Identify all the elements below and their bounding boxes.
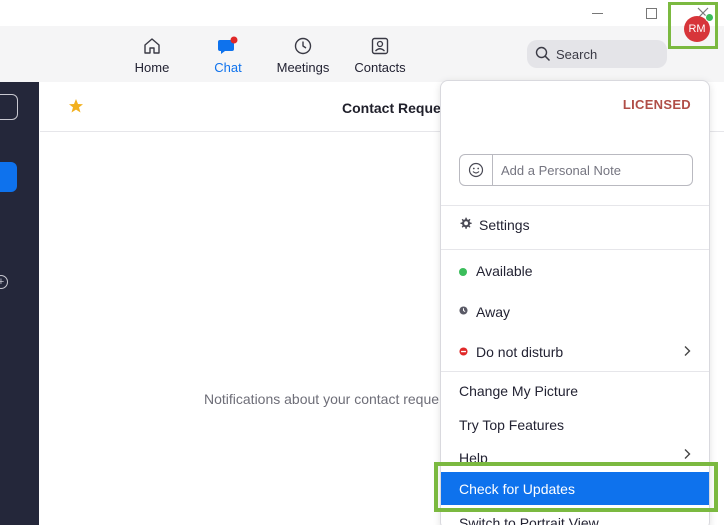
gear-icon <box>460 217 472 229</box>
away-clock-icon <box>459 306 468 315</box>
empty-state-message: Notifications about your contact reque <box>204 391 440 407</box>
menu-item-available[interactable]: Available <box>441 255 709 287</box>
chevron-right-icon <box>684 346 691 356</box>
search-label: Search <box>556 47 598 62</box>
avatar-highlight-frame: RM <box>668 2 718 49</box>
nav-chat[interactable]: Chat <box>193 36 263 75</box>
menu-item-change-picture-label: Change My Picture <box>459 383 579 399</box>
menu-item-do-not-disturb-label: Do not disturb <box>476 344 564 360</box>
nav-contacts-label: Contacts <box>354 60 406 75</box>
sidebar-button[interactable] <box>0 94 18 120</box>
menu-item-away[interactable]: Away <box>441 296 709 328</box>
star-icon[interactable] <box>68 98 84 114</box>
sidebar-active-button[interactable] <box>0 162 17 192</box>
search-box[interactable]: Search <box>527 40 667 68</box>
menu-item-do-not-disturb[interactable]: Do not disturb <box>441 336 709 368</box>
menu-item-away-label: Away <box>476 304 510 320</box>
menu-item-top-features[interactable]: Try Top Features <box>441 409 709 441</box>
maximize-icon <box>645 7 657 19</box>
emoji-button[interactable] <box>460 155 493 185</box>
available-status-dot <box>459 268 467 276</box>
smiley-icon <box>468 162 484 178</box>
menu-item-portrait-view-label: Switch to Portrait View <box>459 515 599 525</box>
left-sidebar: + <box>0 82 39 525</box>
nav-home[interactable]: Home <box>117 36 187 75</box>
personal-note-field[interactable]: Add a Personal Note <box>459 154 693 186</box>
minimize-button[interactable] <box>582 2 612 22</box>
menu-item-change-picture[interactable]: Change My Picture <box>441 375 709 407</box>
clock-icon <box>294 37 312 55</box>
do-not-disturb-icon <box>459 347 468 356</box>
divider <box>441 249 709 250</box>
add-icon[interactable]: + <box>0 275 8 289</box>
chat-icon <box>218 36 238 54</box>
minimize-icon <box>591 12 603 14</box>
status-indicator <box>705 13 714 22</box>
top-navigation-bar: Home Chat Meetings Contacts Search <box>0 26 724 82</box>
license-badge: LICENSED <box>622 97 691 112</box>
check-updates-highlight-frame <box>434 462 718 512</box>
search-icon <box>535 46 551 62</box>
menu-item-settings-label: Settings <box>479 217 530 233</box>
home-icon <box>144 38 160 54</box>
nav-meetings[interactable]: Meetings <box>268 36 338 75</box>
nav-chat-label: Chat <box>214 60 242 75</box>
chevron-right-icon <box>684 449 691 459</box>
nav-meetings-label: Meetings <box>276 60 330 75</box>
divider <box>441 371 709 372</box>
page-title: Contact Reque <box>342 100 441 116</box>
nav-contacts[interactable]: Contacts <box>345 36 415 75</box>
contacts-icon <box>371 37 389 55</box>
nav-home-label: Home <box>134 60 170 75</box>
menu-item-settings[interactable]: Settings <box>441 209 709 241</box>
menu-item-top-features-label: Try Top Features <box>459 417 565 433</box>
menu-item-available-label: Available <box>476 263 533 279</box>
maximize-button[interactable] <box>636 2 666 22</box>
profile-dropdown-menu: LICENSED Add a Personal Note Settings Av… <box>440 80 710 525</box>
divider <box>441 205 709 206</box>
personal-note-placeholder: Add a Personal Note <box>501 163 621 178</box>
